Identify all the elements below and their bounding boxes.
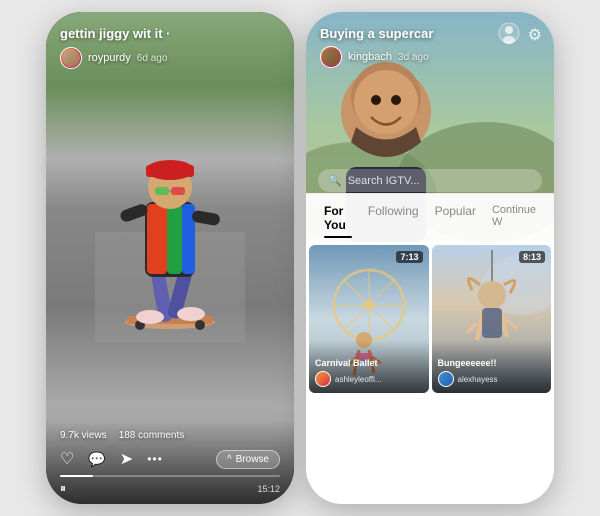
tab-popular[interactable]: Popular <box>427 200 484 236</box>
browse-chevron-icon: ^ <box>227 454 232 465</box>
thumb-1-duration: 7:13 <box>396 251 422 263</box>
thumb-2-title: Bungeeeeee!! <box>438 358 546 368</box>
left-top-info: gettin jiggy wit it · roypurdy 6d ago <box>60 26 280 69</box>
action-icons: ♡ 💬 ➤ ••• <box>60 449 163 469</box>
avatar-inner <box>62 49 80 67</box>
right-avatar-inner <box>322 48 340 66</box>
thumb-2-username: alexhayess <box>458 375 498 384</box>
video-thumb-1[interactable]: 7:13 Carnival Ballet ashleyleoffi... <box>309 245 429 393</box>
notification-icon[interactable] <box>498 22 520 47</box>
tabs-bar: For You Following Popular Continue W <box>306 193 554 242</box>
search-icon: 🔍 <box>328 174 342 187</box>
settings-icon[interactable]: ⚙ <box>528 25 542 45</box>
thumb-1-avatar <box>315 371 331 387</box>
play-time-row: ⏸ 15:12 <box>60 481 280 496</box>
comment-icon[interactable]: 💬 <box>88 451 105 468</box>
video-thumb-2[interactable]: 8:13 Bungeeeeee!! alexhayess <box>432 245 552 393</box>
browse-button[interactable]: ^ Browse <box>216 450 280 469</box>
right-user-row: kingbach 3d ago <box>320 46 429 68</box>
videos-grid: 7:13 Carnival Ballet ashleyleoffi... <box>306 242 554 396</box>
thumb-2-info: Bungeeeeee!! alexhayess <box>432 340 552 393</box>
tab-continue[interactable]: Continue W <box>484 200 544 236</box>
views-stat: 9.7k views <box>60 430 107 441</box>
time-ago: 6d ago <box>137 53 168 64</box>
progress-bar-container[interactable] <box>60 475 280 477</box>
profile-icon[interactable] <box>498 22 520 44</box>
avatar <box>60 47 82 69</box>
search-placeholder: Search IGTV... <box>348 175 420 187</box>
right-time-ago: 3d ago <box>398 52 429 63</box>
left-phone: gettin jiggy wit it · roypurdy 6d ago 9.… <box>46 12 294 504</box>
user-row: roypurdy 6d ago <box>60 47 280 69</box>
skater-figure <box>95 82 245 342</box>
right-igtv: Buying a supercar kingbach 3d ago <box>306 12 554 504</box>
tab-for-you[interactable]: For You <box>316 200 360 236</box>
browse-label: Browse <box>236 454 269 465</box>
username: roypurdy <box>88 52 131 64</box>
left-video-player: gettin jiggy wit it · roypurdy 6d ago 9.… <box>46 12 294 504</box>
like-icon[interactable]: ♡ <box>60 449 74 469</box>
right-phone: Buying a supercar kingbach 3d ago <box>306 12 554 504</box>
thumb-1-username: ashleyleoffi... <box>335 375 382 384</box>
controls-row: ♡ 💬 ➤ ••• ^ Browse <box>60 449 280 469</box>
right-video-title: Buying a supercar <box>320 26 433 41</box>
search-bar[interactable]: 🔍 Search IGTV... <box>318 169 542 192</box>
phones-container: gettin jiggy wit it · roypurdy 6d ago 9.… <box>36 2 564 514</box>
right-top-icons: ⚙ <box>498 22 542 47</box>
thumb-1-info: Carnival Ballet ashleyleoffi... <box>309 340 429 393</box>
right-username: kingbach <box>348 51 392 63</box>
more-icon[interactable]: ••• <box>147 452 163 466</box>
thumb-2-user-row: alexhayess <box>438 371 546 387</box>
right-avatar <box>320 46 342 68</box>
thumb-1-title: Carnival Ballet <box>315 358 423 368</box>
comments-stat: 188 comments <box>119 430 185 441</box>
thumb-2-avatar <box>438 371 454 387</box>
duration-display: 15:12 <box>257 484 280 494</box>
right-top-video: Buying a supercar kingbach 3d ago <box>306 12 554 242</box>
stats-row: 9.7k views 188 comments <box>60 430 280 441</box>
thumb-1-user-row: ashleyleoffi... <box>315 371 423 387</box>
thumb-2-duration: 8:13 <box>519 251 545 263</box>
play-pause-button[interactable]: ⏸ <box>60 481 66 496</box>
share-icon[interactable]: ➤ <box>120 449 133 469</box>
progress-bar-fill <box>60 475 93 477</box>
tab-following[interactable]: Following <box>360 200 427 236</box>
left-bottom-controls: 9.7k views 188 comments ♡ 💬 ➤ ••• ^ Brow… <box>46 420 294 504</box>
video-title: gettin jiggy wit it · <box>60 26 280 41</box>
